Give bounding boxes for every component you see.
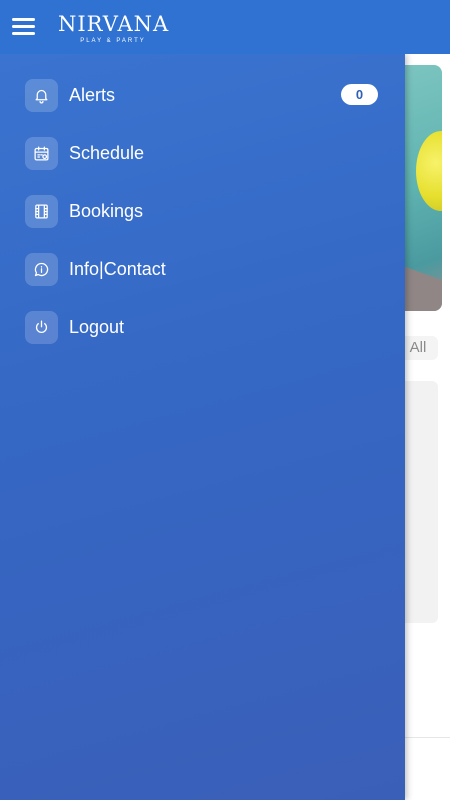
- app-bar: NIRVANA PLAY & PARTY: [0, 0, 450, 54]
- chat-info-icon: [25, 253, 58, 286]
- app-logo: NIRVANA PLAY & PARTY: [58, 12, 168, 52]
- drawer-item-schedule[interactable]: Schedule: [0, 128, 405, 178]
- drawer-item-label: Info|Contact: [69, 259, 166, 279]
- bell-icon: [25, 79, 58, 112]
- ball-graphic: [416, 131, 442, 211]
- logo-subtitle: PLAY & PARTY: [80, 38, 146, 44]
- film-icon: [25, 195, 58, 228]
- drawer-item-bookings[interactable]: Bookings: [0, 186, 405, 236]
- drawer-item-alerts[interactable]: Alerts 0: [0, 70, 405, 120]
- drawer-item-label: Schedule: [69, 143, 145, 163]
- drawer-item-logout[interactable]: Logout: [0, 302, 405, 352]
- drawer-item-label: Logout: [69, 317, 125, 337]
- alerts-count-badge: 0: [341, 84, 378, 105]
- drawer-item-label: Alerts: [69, 85, 116, 105]
- power-icon: [25, 311, 58, 344]
- calendar-icon: [25, 137, 58, 170]
- navigation-drawer: Alerts 0 Schedule Bookings Info|Contact …: [0, 54, 405, 800]
- drawer-item-label: Bookings: [69, 201, 144, 221]
- logo-title: NIRVANA: [58, 12, 170, 36]
- drawer-item-info-contact[interactable]: Info|Contact: [0, 244, 405, 294]
- menu-icon[interactable]: [12, 17, 36, 37]
